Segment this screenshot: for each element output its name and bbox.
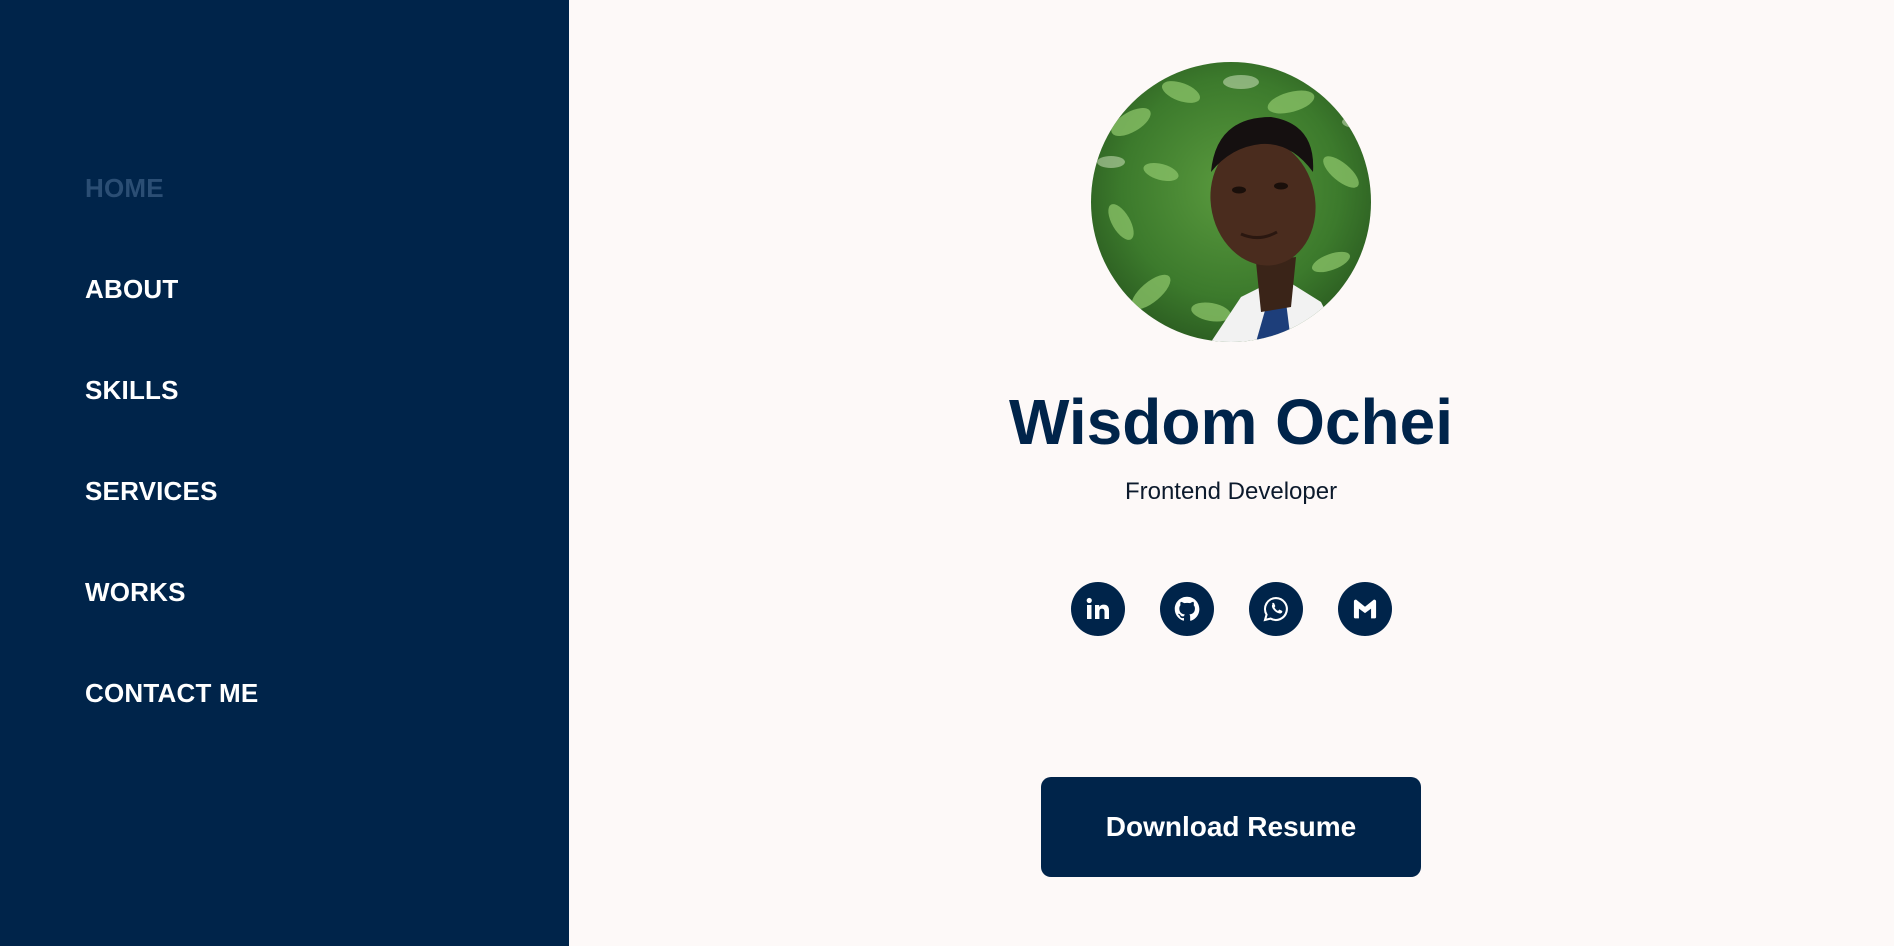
github-link[interactable] (1160, 582, 1214, 636)
linkedin-link[interactable] (1071, 582, 1125, 636)
whatsapp-link[interactable] (1249, 582, 1303, 636)
gmail-link[interactable] (1338, 582, 1392, 636)
nav-item-skills[interactable]: SKILLS (85, 369, 258, 470)
profile-name: Wisdom Ochei (1009, 386, 1453, 458)
nav-item-services[interactable]: SERVICES (85, 470, 258, 571)
whatsapp-icon (1263, 596, 1288, 622)
profile-photo (1091, 62, 1371, 342)
nav-item-contact-me[interactable]: CONTACT ME (85, 672, 258, 773)
gmail-icon (1353, 599, 1377, 619)
sidebar-nav: HOME ABOUT SKILLS SERVICES WORKS CONTACT… (85, 167, 258, 773)
download-resume-button[interactable]: Download Resume (1041, 777, 1421, 877)
linkedin-icon (1086, 597, 1109, 619)
nav-item-works[interactable]: WORKS (85, 571, 258, 672)
sidebar: HOME ABOUT SKILLS SERVICES WORKS CONTACT… (0, 0, 569, 946)
nav-item-about[interactable]: ABOUT (85, 268, 258, 369)
avatar (1091, 62, 1371, 342)
github-icon (1174, 596, 1200, 621)
page-layout: HOME ABOUT SKILLS SERVICES WORKS CONTACT… (0, 0, 1894, 946)
main-content: Wisdom Ochei Frontend Developer Download… (569, 0, 1894, 946)
nav-item-home[interactable]: HOME (85, 167, 258, 268)
profile-role: Frontend Developer (1124, 478, 1338, 505)
social-links (1071, 582, 1392, 636)
